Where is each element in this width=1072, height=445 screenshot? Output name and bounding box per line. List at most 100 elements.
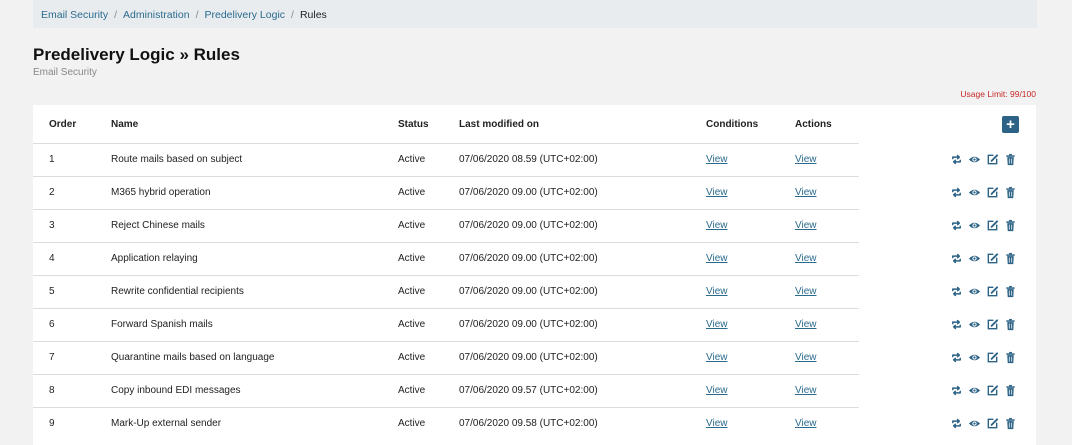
rule-status: Active: [398, 286, 426, 297]
breadcrumb-link-email-security[interactable]: Email Security: [41, 9, 108, 21]
rule-name: Rewrite confidential recipients: [111, 286, 244, 297]
eye-icon[interactable]: [968, 285, 981, 298]
view-conditions-link[interactable]: View: [706, 187, 728, 198]
rule-order: 2: [49, 187, 55, 198]
row-actions: [950, 153, 1017, 166]
breadcrumb-separator: /: [291, 9, 294, 21]
view-conditions-link[interactable]: View: [706, 154, 728, 165]
trash-icon[interactable]: [1004, 285, 1017, 298]
trash-icon[interactable]: [1004, 351, 1017, 364]
trash-icon[interactable]: [1004, 153, 1017, 166]
rule-last-modified: 07/06/2020 09.00 (UTC+02:00): [459, 319, 598, 330]
add-rule-button[interactable]: +: [1002, 116, 1019, 133]
rule-name: Route mails based on subject: [111, 154, 243, 165]
row-actions: [950, 219, 1017, 232]
trash-icon[interactable]: [1004, 186, 1017, 199]
eye-icon[interactable]: [968, 219, 981, 232]
breadcrumb-link-predelivery-logic[interactable]: Predelivery Logic: [204, 9, 285, 21]
repeat-icon[interactable]: [950, 285, 963, 298]
view-actions-link[interactable]: View: [795, 220, 817, 231]
rule-name: Quarantine mails based on language: [111, 352, 275, 363]
rules-table: Order Name Status Last modified on Condi…: [33, 105, 1036, 445]
rule-name: Application relaying: [111, 253, 198, 264]
rule-status: Active: [398, 154, 426, 165]
view-conditions-link[interactable]: View: [706, 352, 728, 363]
eye-icon[interactable]: [968, 384, 981, 397]
view-actions-link[interactable]: View: [795, 418, 817, 429]
view-actions-link[interactable]: View: [795, 253, 817, 264]
rule-name: Mark-Up external sender: [111, 418, 222, 429]
view-conditions-link[interactable]: View: [706, 418, 728, 429]
breadcrumb-link-administration[interactable]: Administration: [123, 9, 190, 21]
view-actions-link[interactable]: View: [795, 385, 817, 396]
view-actions-link[interactable]: View: [795, 352, 817, 363]
edit-icon[interactable]: [986, 186, 999, 199]
plus-icon: +: [1006, 116, 1015, 133]
repeat-icon[interactable]: [950, 417, 963, 430]
view-conditions-link[interactable]: View: [706, 286, 728, 297]
eye-icon[interactable]: [968, 417, 981, 430]
repeat-icon[interactable]: [950, 153, 963, 166]
eye-icon[interactable]: [968, 153, 981, 166]
rule-status: Active: [398, 319, 426, 330]
view-actions-link[interactable]: View: [795, 154, 817, 165]
repeat-icon[interactable]: [950, 219, 963, 232]
rule-status: Active: [398, 187, 426, 198]
edit-icon[interactable]: [986, 219, 999, 232]
rule-order: 8: [49, 385, 55, 396]
trash-icon[interactable]: [1004, 384, 1017, 397]
view-conditions-link[interactable]: View: [706, 220, 728, 231]
repeat-icon[interactable]: [950, 384, 963, 397]
edit-icon[interactable]: [986, 285, 999, 298]
rule-order: 9: [49, 418, 55, 429]
eye-icon[interactable]: [968, 318, 981, 331]
view-conditions-link[interactable]: View: [706, 253, 728, 264]
table-row: 9 Mark-Up external sender Active 07/06/2…: [33, 407, 1036, 440]
page-subtitle: Email Security: [33, 67, 97, 78]
edit-icon[interactable]: [986, 384, 999, 397]
breadcrumb: Email Security / Administration / Predeliver…: [33, 0, 1037, 28]
header-last-modified: Last modified on: [459, 119, 539, 130]
repeat-icon[interactable]: [950, 351, 963, 364]
view-actions-link[interactable]: View: [795, 319, 817, 330]
header-actions: Actions: [795, 119, 832, 130]
rule-last-modified: 07/06/2020 09.58 (UTC+02:00): [459, 418, 598, 429]
eye-icon[interactable]: [968, 351, 981, 364]
header-conditions: Conditions: [706, 119, 759, 130]
trash-icon[interactable]: [1004, 318, 1017, 331]
rule-order: 5: [49, 286, 55, 297]
table-row: 1 Route mails based on subject Active 07…: [33, 143, 1036, 176]
edit-icon[interactable]: [986, 351, 999, 364]
edit-icon[interactable]: [986, 153, 999, 166]
view-actions-link[interactable]: View: [795, 286, 817, 297]
repeat-icon[interactable]: [950, 252, 963, 265]
rule-last-modified: 07/06/2020 09.00 (UTC+02:00): [459, 286, 598, 297]
page-title: Predelivery Logic » Rules: [33, 45, 240, 64]
table-row: 6 Forward Spanish mails Active 07/06/202…: [33, 308, 1036, 341]
eye-icon[interactable]: [968, 252, 981, 265]
view-conditions-link[interactable]: View: [706, 319, 728, 330]
edit-icon[interactable]: [986, 417, 999, 430]
trash-icon[interactable]: [1004, 417, 1017, 430]
view-conditions-link[interactable]: View: [706, 385, 728, 396]
edit-icon[interactable]: [986, 318, 999, 331]
rule-name: Forward Spanish mails: [111, 319, 213, 330]
row-actions: [950, 318, 1017, 331]
rule-last-modified: 07/06/2020 09.00 (UTC+02:00): [459, 253, 598, 264]
rule-name: Copy inbound EDI messages: [111, 385, 241, 396]
table-row: 4 Application relaying Active 07/06/2020…: [33, 242, 1036, 275]
repeat-icon[interactable]: [950, 186, 963, 199]
eye-icon[interactable]: [968, 186, 981, 199]
table-row: 2 M365 hybrid operation Active 07/06/202…: [33, 176, 1036, 209]
view-actions-link[interactable]: View: [795, 187, 817, 198]
rule-order: 1: [49, 154, 55, 165]
row-actions: [950, 252, 1017, 265]
trash-icon[interactable]: [1004, 219, 1017, 232]
edit-icon[interactable]: [986, 252, 999, 265]
trash-icon[interactable]: [1004, 252, 1017, 265]
rule-status: Active: [398, 220, 426, 231]
breadcrumb-separator: /: [114, 9, 118, 21]
rule-last-modified: 07/06/2020 09.00 (UTC+02:00): [459, 187, 598, 198]
rule-order: 7: [49, 352, 55, 363]
repeat-icon[interactable]: [950, 318, 963, 331]
